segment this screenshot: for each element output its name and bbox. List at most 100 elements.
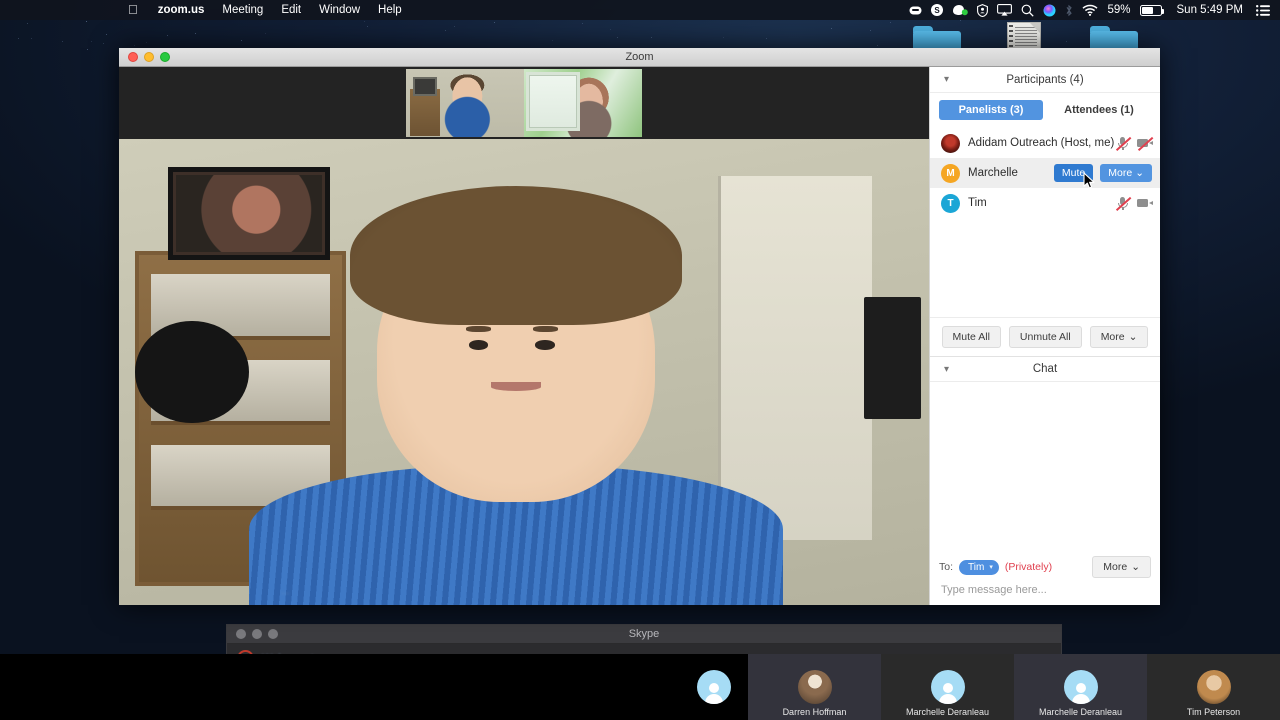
chat-message-input[interactable]: Type message here...	[930, 580, 1160, 605]
participants-panel-header[interactable]: ▾ Participants (4)	[930, 67, 1160, 93]
avatar	[1197, 670, 1231, 704]
filmstrip-cell-tim[interactable]: Tim Peterson	[1147, 654, 1280, 720]
filmstrip-name: Marchelle Deranleau	[881, 707, 1014, 717]
participant-name: Adidam Outreach (Host, me)	[968, 137, 1114, 149]
filmstrip-spacer	[0, 654, 680, 720]
avatar	[941, 134, 960, 153]
background-tv	[864, 297, 921, 418]
filmstrip-cell-marchelle-2[interactable]: Marchelle Deranleau	[1014, 654, 1147, 720]
search-icon[interactable]	[1021, 4, 1034, 17]
more-button-label: More	[1108, 167, 1132, 179]
skype-icon[interactable]: S	[931, 4, 943, 16]
participants-list: Adidam Outreach (Host, me) M Marchelle M…	[930, 128, 1160, 218]
participant-actions: Mute More ⌄	[1054, 164, 1152, 182]
mouse-cursor	[1083, 172, 1095, 190]
wifi-icon[interactable]	[1082, 4, 1098, 16]
bluetooth-icon[interactable]	[1065, 4, 1073, 17]
tab-attendees[interactable]: Attendees (1)	[1047, 100, 1151, 120]
chat-more-button[interactable]: More ⌄	[1092, 556, 1151, 578]
video-stage: ...	[119, 67, 929, 605]
zoom-window-body: ... ▾ Participants (4) Panelists (3) Att…	[119, 67, 1160, 605]
menu-item-help[interactable]: Help	[369, 0, 411, 20]
background-object	[135, 321, 248, 424]
participant-status-icons	[1115, 196, 1152, 211]
chevron-down-icon: ⌄	[1129, 331, 1138, 343]
chat-recipient-select[interactable]: Tim ▾	[959, 560, 999, 575]
participant-thumbnail-self[interactable]	[406, 69, 524, 137]
participant-thumbnail-woman[interactable]	[524, 69, 642, 137]
participants-tabs: Panelists (3) Attendees (1)	[930, 93, 1160, 128]
chat-header-label: Chat	[930, 363, 1160, 375]
video-off-icon[interactable]	[1137, 136, 1152, 151]
unmute-all-button[interactable]: Unmute All	[1009, 326, 1082, 348]
participants-header-label: Participants (4)	[930, 74, 1160, 86]
filmstrip-cell-marchelle-1[interactable]: Marchelle Deranleau	[881, 654, 1014, 720]
control-center-icon[interactable]	[1256, 5, 1270, 16]
participants-more-label: More	[1101, 331, 1125, 343]
microphone-muted-icon[interactable]	[1115, 196, 1130, 211]
participant-row-host[interactable]: Adidam Outreach (Host, me)	[930, 128, 1160, 158]
avatar	[1064, 670, 1098, 704]
chat-to-label: To:	[939, 561, 953, 573]
bottom-participant-filmstrip: Darren Hoffman Marchelle Deranleau March…	[0, 654, 1280, 720]
svg-text:S: S	[935, 6, 941, 15]
bean-icon[interactable]	[952, 4, 968, 16]
participant-name: Tim	[968, 197, 987, 209]
menu-bar-clock[interactable]: Sun 5:49 PM	[1177, 4, 1243, 16]
menu-item-meeting[interactable]: Meeting	[213, 0, 272, 20]
menu-bar-status-area: S 59% Sun 5:49 PM	[909, 4, 1280, 17]
siri-icon[interactable]	[1043, 4, 1056, 17]
zoom-window[interactable]: Zoom ... ▾ Participants (4) Panelists (3…	[119, 48, 1160, 605]
participant-row-tim[interactable]: T Tim	[930, 188, 1160, 218]
chevron-down-icon[interactable]: ▾	[944, 74, 949, 85]
chat-message-area	[930, 382, 1160, 550]
tab-panelists[interactable]: Panelists (3)	[939, 100, 1043, 120]
avatar	[931, 670, 965, 704]
avatar	[798, 670, 832, 704]
chat-more-label: More	[1103, 561, 1127, 573]
video-on-icon[interactable]	[1137, 196, 1152, 211]
menu-item-zoomus[interactable]: zoom.us	[149, 0, 214, 20]
avatar	[697, 670, 731, 704]
battery-percent-label: 59%	[1107, 4, 1130, 16]
person-icon	[1070, 682, 1092, 704]
zoom-window-title: Zoom	[119, 51, 1160, 63]
main-video-overlay-text: ...	[281, 586, 290, 596]
participant-row-marchelle[interactable]: M Marchelle Mute More ⌄	[930, 158, 1160, 188]
microphone-muted-icon[interactable]	[1115, 136, 1130, 151]
skype-title-bar[interactable]: Skype	[227, 625, 1061, 644]
menu-item-window[interactable]: Window	[310, 0, 369, 20]
chat-recipient-name: Tim	[968, 562, 984, 573]
chevron-down-icon: ⌄	[1135, 167, 1144, 179]
filmstrip-name: Darren Hoffman	[748, 707, 881, 717]
chevron-down-icon: ▾	[989, 563, 993, 571]
mute-all-button[interactable]: Mute All	[942, 326, 1001, 348]
chevron-down-icon: ⌄	[1131, 561, 1140, 573]
chat-panel-header[interactable]: ▾ Chat	[930, 356, 1160, 382]
location-icon[interactable]	[977, 4, 988, 17]
apple-icon[interactable]: 	[128, 2, 149, 18]
avatar: T	[941, 194, 960, 213]
airplay-icon[interactable]	[997, 4, 1012, 16]
chevron-down-icon[interactable]: ▾	[944, 364, 949, 375]
capsule-icon[interactable]	[909, 5, 922, 16]
participant-status-icons	[1115, 136, 1152, 151]
avatar: M	[941, 164, 960, 183]
right-side-panel: ▾ Participants (4) Panelists (3) Attende…	[929, 67, 1160, 605]
person-icon	[937, 682, 959, 704]
filmstrip-name: Tim Peterson	[1147, 707, 1280, 717]
participants-more-button[interactable]: More ⌄	[1090, 326, 1149, 348]
person-icon	[703, 682, 725, 704]
main-speaker-video[interactable]: ...	[119, 139, 929, 605]
participants-footer-actions: Mute All Unmute All More ⌄	[930, 317, 1160, 356]
battery-icon[interactable]	[1140, 5, 1162, 16]
remote-video-feed	[524, 69, 642, 137]
filmstrip-cell-darren[interactable]: Darren Hoffman	[748, 654, 881, 720]
chat-privacy-note: (Privately)	[1005, 561, 1052, 573]
more-button[interactable]: More ⌄	[1100, 164, 1152, 182]
zoom-title-bar[interactable]: Zoom	[119, 48, 1160, 67]
menu-item-edit[interactable]: Edit	[272, 0, 310, 20]
menu-bar-items:  zoom.us Meeting Edit Window Help	[0, 0, 411, 20]
speaker-figure	[249, 139, 784, 605]
filmstrip-cell-0[interactable]	[680, 654, 748, 720]
